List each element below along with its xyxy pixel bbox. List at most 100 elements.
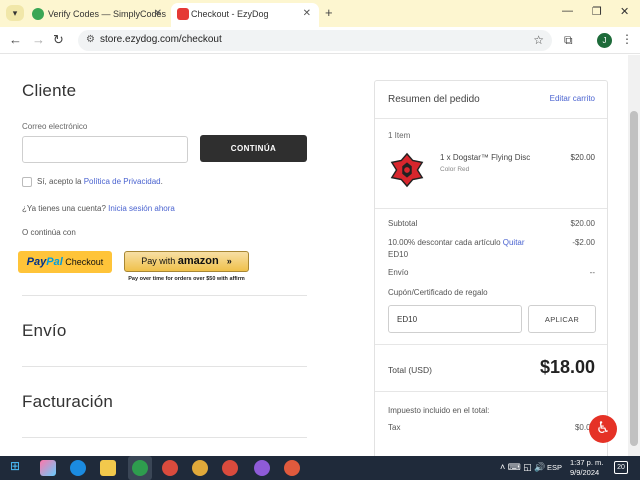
file-explorer-icon[interactable] [100, 460, 116, 476]
tab-simplycodes[interactable]: Verify Codes — SimplyCodes ✕ [28, 3, 170, 27]
close-icon[interactable]: ✕ [154, 3, 162, 25]
paypal-logo-pal: Pal [46, 256, 63, 268]
coupon-label: Cupón/Certificado de regalo [388, 288, 488, 297]
windows-start-icon[interactable]: ⊞ [10, 459, 20, 473]
shipping-value: -- [589, 268, 595, 277]
window-close-icon[interactable]: ✕ [620, 5, 629, 18]
language-indicator[interactable]: ESP [547, 463, 562, 472]
summary-divider [375, 208, 607, 209]
privacy-suffix: . [160, 177, 163, 186]
subtotal-label: Subtotal [388, 219, 418, 228]
scrollbar-thumb[interactable] [630, 111, 638, 446]
amazon-pay-prefix: Pay with [141, 256, 178, 266]
new-tab-plus-icon[interactable]: + [325, 5, 333, 20]
discount-code: ED10 [388, 250, 409, 259]
section-divider [22, 295, 307, 296]
email-field[interactable] [22, 136, 188, 163]
facturacion-heading: Facturación [22, 392, 114, 411]
product-thumbnail [390, 152, 424, 188]
page-scrollbar[interactable] [628, 55, 640, 456]
paypal-logo: PayPal [27, 256, 63, 268]
continue-button[interactable]: CONTINÚA [200, 135, 307, 162]
notification-badge[interactable]: 20 [614, 461, 628, 474]
tab-ezydog-checkout[interactable]: Checkout - EzyDog ✕ [171, 3, 319, 27]
clock-time: 1:37 p. m. [570, 458, 604, 467]
privacy-consent-text: Sí, acepto la Política de Privacidad. [37, 177, 163, 186]
reload-icon[interactable]: ↻ [53, 32, 64, 48]
tax-included-note: Impuesto incluido en el total: [388, 406, 490, 415]
paypal-checkout-button[interactable]: PayPal Checkout [18, 251, 112, 273]
clock-date: 9/9/2024 [570, 468, 600, 477]
paypal-logo-pay: Pay [26, 256, 47, 268]
amazon-logo: amazon [177, 255, 219, 267]
remove-discount-link[interactable]: Quitar [503, 238, 525, 247]
product-variant: Color Red [440, 166, 470, 173]
product-price: $20.00 [570, 153, 595, 162]
chrome-icon[interactable] [254, 460, 270, 476]
summary-divider [375, 118, 607, 119]
tax-label: Tax [388, 423, 401, 432]
windows-taskbar: ⊞ ˄ ⌨ ◱ 🔊 ESP 1:37 p. m. 9/9/2024 20 [0, 456, 640, 480]
discount-value: -$2.00 [572, 238, 595, 247]
account-question-text: ¿Ya tienes una cuenta? [22, 204, 109, 213]
summary-title: Resumen del pedido [388, 94, 480, 105]
address-bar[interactable]: ⚙ store.ezydog.com/checkout ☆ [78, 30, 552, 51]
browser-tab-bar: ▾ Verify Codes — SimplyCodes ✕ Checkout … [0, 0, 640, 27]
total-label: Total (USD) [388, 365, 432, 375]
ezydog-favicon-icon [177, 8, 189, 20]
summary-divider [375, 391, 607, 392]
privacy-policy-link[interactable]: Política de Privacidad [84, 177, 161, 186]
chrome-icon[interactable] [162, 460, 178, 476]
apply-coupon-button[interactable]: APLICAR [528, 305, 596, 333]
coupon-input[interactable] [388, 305, 522, 333]
privacy-prefix: Sí, acepto la [37, 177, 84, 186]
browser-menu-icon[interactable]: ⋮ [621, 32, 633, 46]
checkout-page: Cliente Correo electrónico CONTINÚA Sí, … [0, 55, 628, 456]
order-summary: Resumen del pedido Editar carrito 1 Item… [374, 80, 608, 456]
site-settings-icon[interactable]: ⚙ [86, 34, 95, 45]
item-count: 1 Item [388, 131, 411, 140]
bookmark-star-icon[interactable]: ☆ [533, 33, 544, 47]
chrome-icon[interactable] [192, 460, 208, 476]
envio-heading: Envío [22, 321, 67, 340]
edit-cart-link[interactable]: Editar carrito [550, 94, 595, 103]
chrome-icon[interactable] [132, 460, 148, 476]
cliente-heading: Cliente [22, 81, 77, 100]
amazon-pay-button[interactable]: Pay with amazon » [124, 251, 249, 272]
login-link[interactable]: Inicia sesión ahora [108, 204, 175, 213]
clock[interactable]: 1:37 p. m. 9/9/2024 [570, 458, 603, 478]
window-restore-icon[interactable]: ❐ [592, 5, 602, 18]
total-value: $18.00 [539, 357, 595, 377]
profile-avatar[interactable]: J [597, 33, 612, 48]
chevron-right-icon: » [226, 256, 232, 266]
close-icon[interactable]: ✕ [303, 3, 311, 25]
account-question: ¿Ya tienes una cuenta? Inicia sesión aho… [22, 204, 175, 213]
chrome-icon[interactable] [284, 460, 300, 476]
discount-label: 10.00% descontar cada artículo Quitar [388, 238, 525, 247]
copilot-icon[interactable] [40, 460, 56, 476]
system-tray-icons[interactable]: ˄ ⌨ ◱ 🔊 [500, 462, 545, 473]
accessibility-icon[interactable]: ♿ [589, 415, 617, 443]
back-arrow-icon[interactable]: ← [9, 32, 22, 47]
subtotal-value: $20.00 [570, 219, 595, 228]
tab-title: Verify Codes — SimplyCodes [48, 9, 167, 19]
extensions-puzzle-icon[interactable]: ⧉ [564, 33, 573, 48]
tab-title: Checkout - EzyDog [191, 9, 269, 19]
product-name: 1 x Dogstar™ Flying Disc [440, 153, 531, 162]
affirm-note: Pay over time for orders over $50 with a… [128, 276, 245, 282]
section-divider [22, 366, 307, 367]
section-divider [22, 437, 307, 438]
simplycodes-favicon-icon [32, 8, 44, 20]
chrome-icon[interactable] [222, 460, 238, 476]
privacy-checkbox[interactable] [22, 177, 32, 187]
tab-search-chevron-icon[interactable]: ▾ [6, 5, 24, 21]
browser-toolbar: ← → ↻ ⚙ store.ezydog.com/checkout ☆ ⧉ J … [0, 27, 640, 54]
edge-browser-icon[interactable] [70, 460, 86, 476]
paypal-checkout-label: Checkout [65, 257, 104, 267]
forward-arrow-icon[interactable]: → [32, 32, 45, 47]
shipping-label: Envío [388, 268, 409, 277]
url-text[interactable]: store.ezydog.com/checkout [100, 34, 222, 45]
or-continue-text: O continúa con [22, 228, 76, 237]
discount-description: 10.00% descontar cada artículo [388, 238, 501, 247]
window-minimize-icon[interactable]: — [562, 5, 573, 17]
